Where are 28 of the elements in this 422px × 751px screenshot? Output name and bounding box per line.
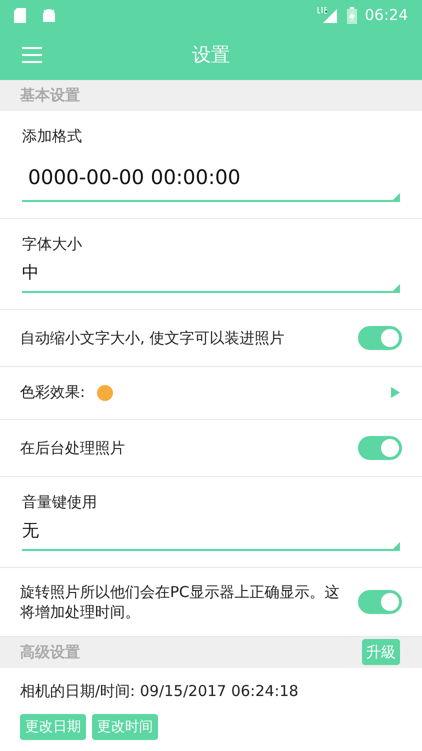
android-icon bbox=[42, 8, 56, 22]
input-field[interactable]: 中 bbox=[22, 261, 400, 292]
toggle-switch[interactable] bbox=[358, 326, 402, 350]
corner-icon bbox=[393, 192, 400, 200]
signal-icon bbox=[316, 7, 337, 23]
setting-label: 在后台处理照片 bbox=[20, 438, 126, 458]
setting-label: 旋转照片所以他们会在PC显示器上正确显示。这将增加处理时间。 bbox=[20, 582, 341, 622]
color-effect-row[interactable]: 色彩效果: bbox=[0, 366, 422, 420]
menu-icon[interactable] bbox=[22, 47, 42, 63]
setting-label: 色彩效果: bbox=[20, 382, 86, 404]
status-time: 06:24 bbox=[364, 4, 408, 26]
camera-datetime: 相机的日期/时间: 09/15/2017 06:24:18 bbox=[19, 680, 300, 702]
toggle-switch[interactable] bbox=[358, 590, 402, 614]
section-title: 基本设置 bbox=[20, 85, 80, 106]
play-arrow-icon bbox=[391, 387, 400, 398]
toggle-switch[interactable] bbox=[358, 436, 402, 460]
battery-icon bbox=[346, 6, 357, 24]
setting-label: 自动缩小文字大小, 使文字可以装进照片 bbox=[20, 328, 286, 348]
sd-card-icon bbox=[14, 8, 26, 22]
input-field[interactable]: 0000-00-00 00:00:00 bbox=[22, 162, 400, 202]
section-title: 高级设置 bbox=[20, 642, 80, 663]
corner-icon bbox=[393, 542, 400, 548]
setting-label: 添加格式 bbox=[22, 126, 83, 147]
setting-label: 字体大小 bbox=[22, 234, 83, 254]
corner-icon bbox=[393, 284, 400, 290]
input-field[interactable]: 无 bbox=[22, 519, 400, 550]
toolbar-title: 设置 bbox=[192, 42, 230, 68]
setting-label: 音量键使用 bbox=[22, 492, 98, 512]
